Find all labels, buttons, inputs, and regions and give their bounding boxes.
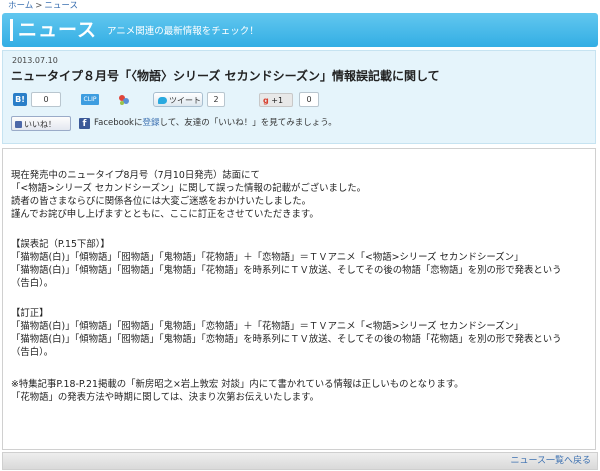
facebook-register-link[interactable]: 登録: [142, 118, 159, 128]
body-line: 【誤表記（P.15下部）】: [11, 239, 110, 250]
google-plus-icon: g: [263, 96, 269, 105]
body-line: ※特集記事P.18-P.21掲載の「新房昭之×岩上敦宏 対談」内にて書かれている…: [11, 379, 464, 390]
body-line: （告白）。: [11, 347, 54, 358]
body-line: 「花物語」の発表方法や時期に関しては、決まり次第お伝えいたします。: [11, 392, 319, 403]
facebook-social-text: Facebookに登録して、友達の「いいね！」を見てみましょう。: [94, 117, 337, 130]
body-line: 【訂正】: [11, 308, 49, 319]
breadcrumb: ホーム > ニュース: [8, 0, 78, 12]
tweet-count: 2: [207, 92, 225, 107]
google-plus-one-button[interactable]: g +1: [259, 93, 293, 107]
body-line: 謹んでお詫び申し上げますとともに、ここに訂正をさせていただきます。: [11, 209, 319, 220]
facebook-like-button[interactable]: いいね！: [11, 116, 71, 131]
article-headline: ニュータイプ８月号「〈物語〉シリーズ セカンドシーズン」情報誤記載に関して: [11, 69, 440, 83]
banner-accent-bar: [10, 19, 13, 41]
back-to-news-list-link[interactable]: ニュース一覧へ戻る: [510, 455, 591, 468]
article-date: 2013.07.10: [12, 56, 58, 65]
thumbs-up-icon: [15, 121, 22, 128]
tweet-button[interactable]: ツイート: [153, 92, 203, 107]
breadcrumb-home-link[interactable]: ホーム: [8, 1, 33, 11]
gplus-label: +1: [271, 96, 284, 105]
article-header: 2013.07.10 ニュータイプ８月号「〈物語〉シリーズ セカンドシーズン」情…: [2, 50, 596, 144]
hatena-bookmark-count[interactable]: 0: [31, 92, 61, 107]
tweet-label: ツイート: [169, 96, 201, 105]
evernote-swirl-icon[interactable]: [117, 93, 131, 107]
facebook-icon: f: [79, 118, 90, 129]
body-line: （告白）。: [11, 278, 54, 289]
fb-text-before: Facebookに: [94, 118, 143, 128]
news-section-banner: ニュース アニメ関連の最新情報をチェック！: [2, 13, 598, 47]
body-line: 現在発売中のニュータイプ8月号（7月10日発売）誌面にて: [11, 170, 260, 181]
breadcrumb-current-link[interactable]: ニュース: [44, 1, 78, 11]
twitter-bird-icon: [158, 97, 167, 104]
fb-text-after: して、友達の「いいね！」を見てみましょう。: [159, 118, 337, 128]
article-footer-bar: ニュース一覧へ戻る: [2, 452, 598, 470]
article-body: 現在発売中のニュータイプ8月号（7月10日発売）誌面にて 「<物語>シリーズ セ…: [2, 148, 596, 450]
hatena-bookmark-icon[interactable]: B!: [13, 93, 27, 106]
banner-title: ニュース: [18, 19, 98, 41]
share-buttons-row: B! 0 CLIP ツイート 2 g +1 0: [11, 91, 591, 109]
facebook-like-row: いいね！ f Facebookに登録して、友達の「いいね！」を見てみましょう。: [11, 116, 591, 132]
clip-button[interactable]: CLIP: [81, 94, 99, 105]
breadcrumb-separator: >: [35, 1, 43, 11]
body-line: 読者の皆さまならびに関係各位には大変ご迷惑をおかけいたしました。: [11, 196, 312, 207]
body-line: 「猫物語(白)」「傾物語」「囮物語」「鬼物語」「恋物語」＋「花物語」＝ＴＶアニメ…: [11, 321, 524, 332]
body-line: 「<物語>シリーズ セカンドシーズン」に関して誤った情報の記載がございました。: [11, 183, 366, 194]
body-line: 「猫物語(白)」「傾物語」「囮物語」「鬼物語」「恋物語」を時系列にＴＶ放送、そし…: [11, 334, 562, 345]
body-line: 「猫物語(白)」「傾物語」「囮物語」「鬼物語」「花物語」＋「恋物語」＝ＴＶアニメ…: [11, 252, 524, 263]
body-line: 「猫物語(白)」「傾物語」「囮物語」「鬼物語」「花物語」を時系列にＴＶ放送、そし…: [11, 265, 562, 276]
like-label: いいね！: [24, 120, 56, 129]
banner-subtitle: アニメ関連の最新情報をチェック！: [107, 26, 259, 37]
gplus-count: 0: [299, 92, 319, 107]
